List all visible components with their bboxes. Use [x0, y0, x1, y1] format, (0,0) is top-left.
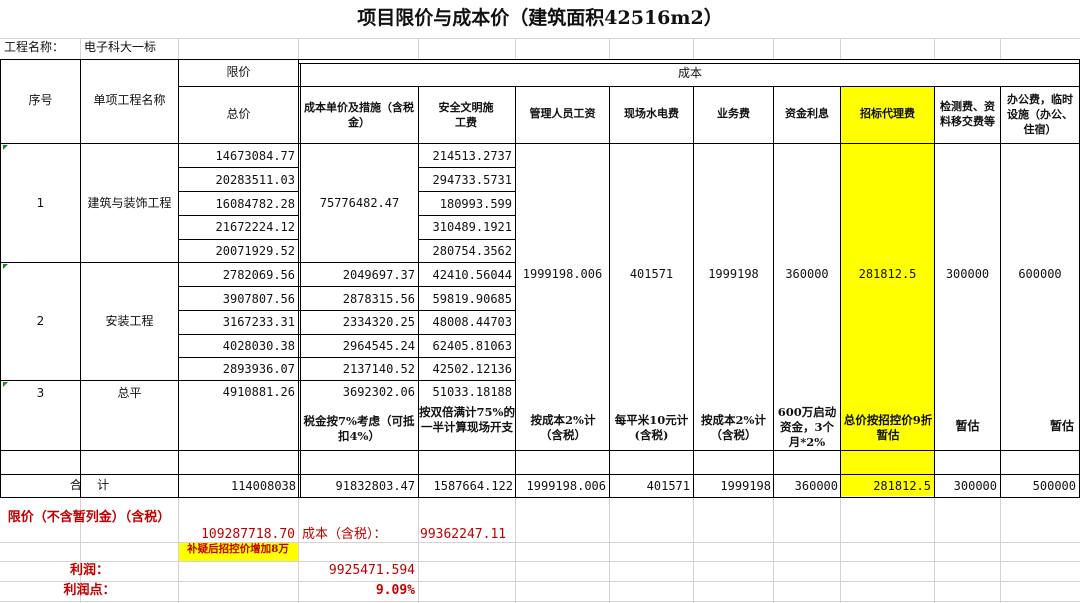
- sum-interest: 360000: [794, 479, 838, 493]
- limit-label: 限价（不含暂列金）（含税）: [7, 510, 171, 525]
- cost-label: 成本（含税）：: [302, 527, 387, 542]
- sum-office: 500000: [1032, 479, 1076, 493]
- interest-value: 360000: [785, 267, 829, 281]
- group-name: 安装工程: [105, 314, 154, 328]
- mgmt-value: 1999198.006: [522, 267, 603, 281]
- header-mgmt: 管理人员工资: [529, 107, 596, 120]
- cost-unit-cell: 2137140.52: [342, 362, 415, 376]
- utility-note: 每平米10元计(含税): [614, 413, 689, 442]
- mgmt-note: 按成本2%计（含税）: [530, 413, 596, 442]
- project-name: 电子科大一标: [84, 40, 157, 54]
- total-cell: 4028030.38: [222, 339, 295, 353]
- group-seq: 2: [36, 314, 45, 328]
- group-seq: 1: [36, 196, 45, 210]
- office-value: 600000: [1018, 267, 1062, 281]
- total-cell: 14673084.77: [215, 149, 295, 163]
- testing-note: 暂估: [955, 419, 980, 433]
- safety-cell: 280754.3562: [432, 244, 512, 258]
- header-agent: 招标代理费: [860, 107, 915, 120]
- profit-rate-label: 利润点：: [63, 583, 116, 598]
- header-cost-unit: 成本单价及措施（含税金）: [304, 101, 414, 129]
- safety-cell: 180993.599: [439, 197, 512, 211]
- sum-label: 合 计: [69, 478, 110, 492]
- cost-unit-cell: 2049697.37: [342, 268, 415, 282]
- cell-marker: [3, 264, 8, 269]
- total-cell: 16084782.28: [215, 197, 295, 211]
- profit-value: 9925471.594: [328, 563, 415, 578]
- cost-unit-cell: 2334320.25: [342, 315, 415, 329]
- safety-cell: 48008.44703: [432, 315, 512, 329]
- sum-agent: 281812.5: [873, 479, 931, 493]
- total-cell: 2893936.07: [222, 362, 295, 376]
- profit-rate-value: 9.09%: [375, 583, 415, 598]
- sum-safety: 1587664.122: [433, 479, 513, 493]
- agent-value: 281812.5: [858, 267, 917, 281]
- page-title: 项目限价与成本价（建筑面积42516m2）: [357, 7, 723, 29]
- cost-unit-cell: 3692302.06: [342, 385, 415, 399]
- group-name: 建筑与装饰工程: [87, 196, 172, 210]
- safety-cell: 51033.18188: [432, 385, 512, 399]
- business-note: 按成本2%计（含税）: [701, 413, 766, 442]
- group-name: 总平: [117, 386, 142, 400]
- interest-note: 600万启动资金，3个月*2%: [777, 405, 837, 449]
- safety-cell: 62405.81063: [432, 339, 512, 353]
- total-cell: 21672224.12: [215, 220, 295, 234]
- total-cell: 20071929.52: [215, 244, 295, 258]
- safety-cell: 294733.5731: [432, 173, 512, 187]
- total-cell: 2782069.56: [222, 268, 295, 282]
- sum-utility: 401571: [646, 479, 690, 493]
- cost-value: 99362247.11: [420, 527, 507, 542]
- header-interest: 资金利息: [785, 107, 829, 120]
- total-cell: 4910881.26: [222, 385, 295, 399]
- header-item-name: 单项工程名称: [93, 93, 166, 107]
- safety-cell: 310489.1921: [432, 220, 512, 234]
- price-note: 补疑后招控价增加8万: [187, 543, 289, 555]
- sum-testing: 300000: [953, 479, 997, 493]
- safety-cell: 214513.2737: [432, 149, 512, 163]
- safety-cell: 59819.90685: [432, 292, 512, 306]
- profit-label: 利润：: [69, 563, 109, 578]
- total-cell: 3907807.56: [222, 292, 295, 306]
- agent-note: 总价按招控价9折暂估: [843, 413, 933, 442]
- sum-mgmt: 1999198.006: [526, 479, 606, 493]
- testing-value: 300000: [945, 267, 990, 281]
- header-utility: 现场水电费: [624, 107, 679, 120]
- project-label: 工程名称：: [4, 40, 65, 54]
- office-note: 暂估: [1049, 419, 1074, 433]
- cell-marker: [3, 145, 8, 150]
- header-business: 业务费: [717, 107, 750, 120]
- header-limit: 限价: [226, 65, 251, 79]
- cost-unit-cell: 2964545.24: [342, 339, 415, 353]
- sum-total: 114008038: [230, 479, 296, 493]
- cost-unit-cell: 2878315.56: [342, 292, 415, 306]
- business-value: 1999198: [708, 267, 759, 281]
- safety-note: 按双倍满计75%的一半计算现场开支: [419, 405, 515, 434]
- header-safety: 安全文明施工费: [438, 101, 494, 129]
- group-seq: 3: [36, 386, 45, 400]
- group-cost-unit: 75776482.47: [319, 196, 400, 210]
- safety-cell: 42410.56044: [432, 268, 512, 282]
- header-office: 办公费，临时设施（办公、住宿）: [1007, 93, 1073, 136]
- limit-value: 109287718.70: [201, 527, 295, 542]
- header-cost: 成本: [677, 66, 702, 80]
- sum-cost-unit: 91832803.47: [335, 479, 415, 493]
- header-seq: 序号: [28, 93, 53, 107]
- safety-cell: 42502.12136: [432, 362, 512, 376]
- total-cell: 20283511.03: [215, 173, 295, 187]
- header-testing: 检测费、资料移交费等: [940, 100, 995, 128]
- total-cell: 3167233.31: [222, 315, 295, 329]
- sum-business: 1999198: [720, 479, 771, 493]
- header-total: 总价: [226, 107, 251, 121]
- cost-unit-note: 税金按7%考虑（可抵扣4%）: [303, 414, 415, 443]
- utility-value: 401571: [629, 267, 674, 281]
